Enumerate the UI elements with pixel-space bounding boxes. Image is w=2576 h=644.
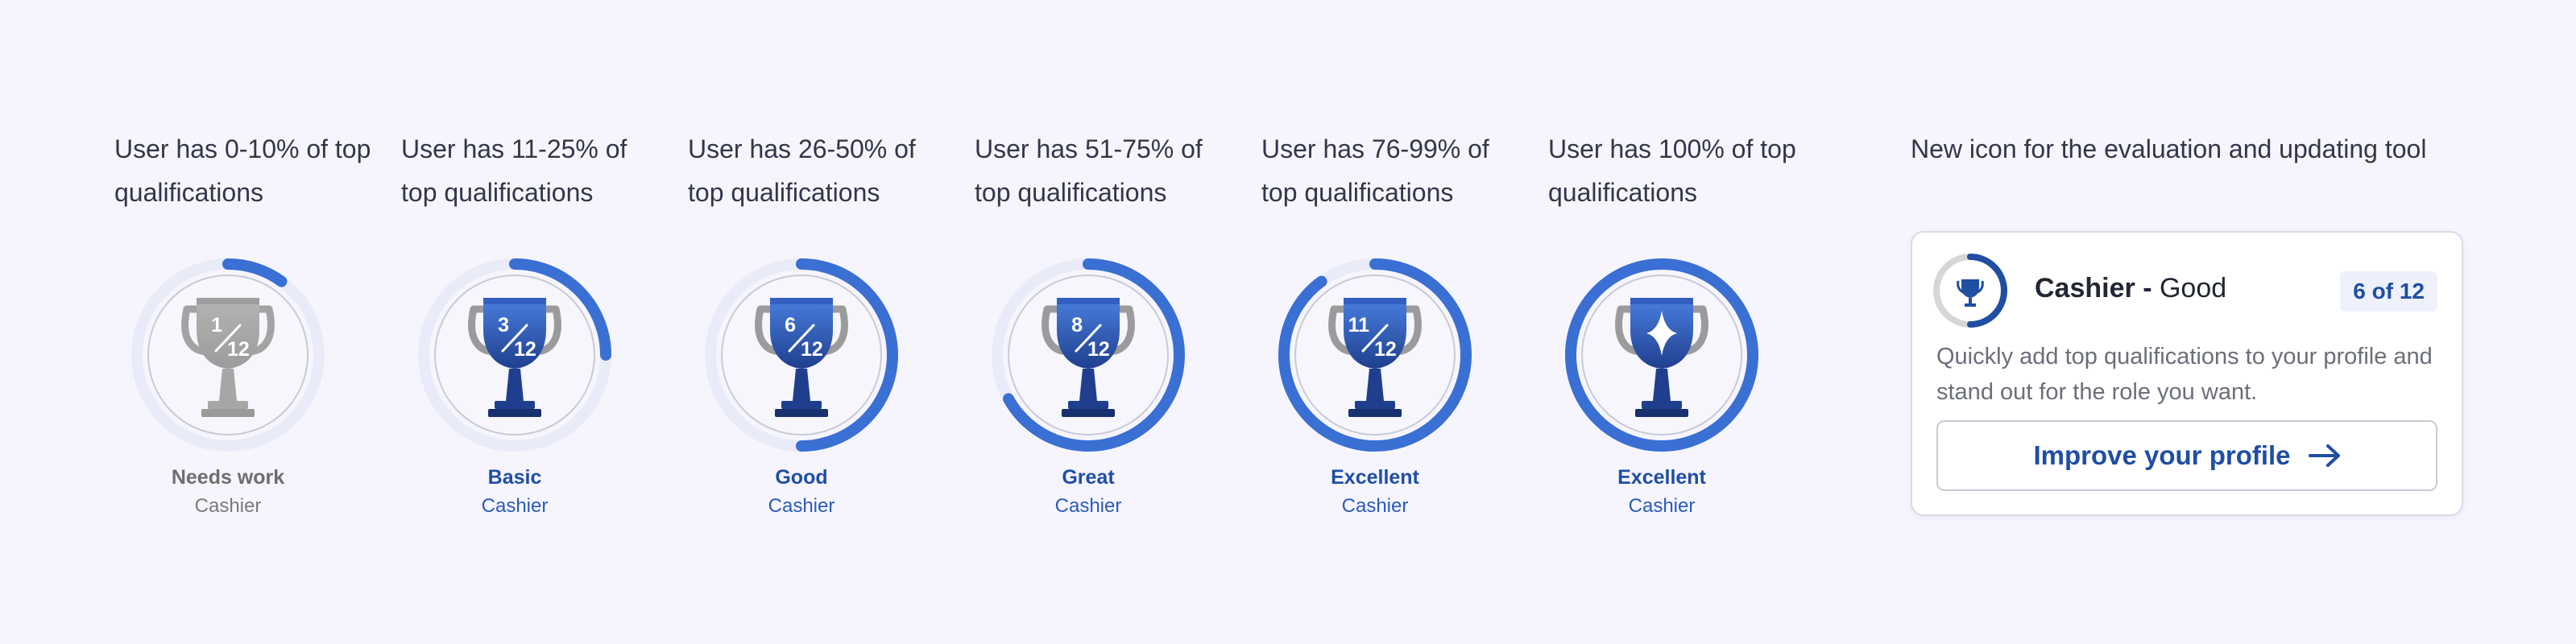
arrow-right-icon <box>2308 444 2340 467</box>
level-column: User has 100% of top qualifications Exce… <box>1548 0 1806 644</box>
card-title: Cashier - Good <box>2035 273 2226 304</box>
level-column: User has 11-25% of top qualifications 31… <box>401 0 659 644</box>
level-label: Basic <box>487 466 542 489</box>
level-label: Great <box>1062 466 1115 489</box>
role-label: Cashier <box>1054 495 1122 517</box>
fraction-numerator: 8 <box>1071 314 1083 336</box>
level-caption: User has 51-75% of top qualifications <box>975 134 1203 207</box>
improve-profile-label: Improve your profile <box>2033 440 2291 470</box>
qualification-badge: 3 12 <box>416 256 614 454</box>
qualification-badge: 11 12 <box>1276 256 1474 454</box>
level-label: Excellent <box>1617 466 1706 489</box>
role-label: Cashier <box>1341 495 1409 517</box>
level-column: User has 76-99% of top qualifications 11… <box>1261 0 1519 644</box>
fraction-numerator: 11 <box>1348 314 1370 336</box>
card-description: Quickly add top qualifications to your p… <box>1936 344 2433 405</box>
card-progress-avatar <box>1932 252 2009 329</box>
card-level: Good <box>2159 273 2227 303</box>
card-role: Cashier <box>2035 273 2135 303</box>
fraction-numerator: 6 <box>785 314 796 336</box>
level-label: Excellent <box>1331 466 1419 489</box>
level-caption: User has 76-99% of top qualifications <box>1261 134 1489 207</box>
badge-graphic <box>1565 258 1758 452</box>
fraction-denominator: 12 <box>227 338 250 361</box>
level-caption: User has 0-10% of top qualifications <box>114 134 371 207</box>
new-icon-caption: New icon for the evaluation and updating… <box>1911 134 2427 163</box>
level-column: User has 51-75% of top qualifications 81… <box>975 0 1232 644</box>
role-label: Cashier <box>481 495 549 517</box>
role-label: Cashier <box>194 495 262 517</box>
fraction-numerator: 3 <box>498 314 509 336</box>
role-label: Cashier <box>768 495 835 517</box>
badge-graphic: 1112 <box>1278 258 1472 452</box>
card-separator: - <box>2143 273 2152 303</box>
badge-graphic: 112 <box>131 258 325 452</box>
fraction-denominator: 12 <box>1087 338 1110 361</box>
level-label: Good <box>775 466 828 489</box>
improve-profile-button[interactable]: Improve your profile <box>1936 420 2437 491</box>
role-label: Cashier <box>1628 495 1696 517</box>
qualification-badge: 8 12 <box>989 256 1187 454</box>
qualification-badge <box>1563 256 1761 454</box>
qualification-badge: 6 12 <box>702 256 901 454</box>
level-column: User has 26-50% of top qualifications 61… <box>688 0 946 644</box>
qualification-count-badge: 6 of 12 <box>2340 271 2437 312</box>
level-caption: User has 11-25% of top qualifications <box>401 134 627 207</box>
fraction-numerator: 1 <box>211 314 222 336</box>
fraction-denominator: 12 <box>514 338 536 361</box>
level-caption: User has 100% of top qualifications <box>1548 134 1796 207</box>
profile-evaluation-card: Cashier - Good 6 of 12 Quickly add top q… <box>1911 231 2463 516</box>
level-caption: User has 26-50% of top qualifications <box>688 134 916 207</box>
level-column: User has 0-10% of top qualifications 1 12… <box>114 0 372 644</box>
qualification-badge: 1 12 <box>129 256 327 454</box>
badge-graphic: 612 <box>705 258 898 452</box>
fraction-denominator: 12 <box>801 338 823 361</box>
fraction-denominator: 12 <box>1374 338 1397 361</box>
trophy-progress-icon <box>1933 254 2007 328</box>
level-label: Needs work <box>171 466 285 489</box>
badge-graphic: 312 <box>418 258 611 452</box>
badge-graphic: 812 <box>992 258 1185 452</box>
